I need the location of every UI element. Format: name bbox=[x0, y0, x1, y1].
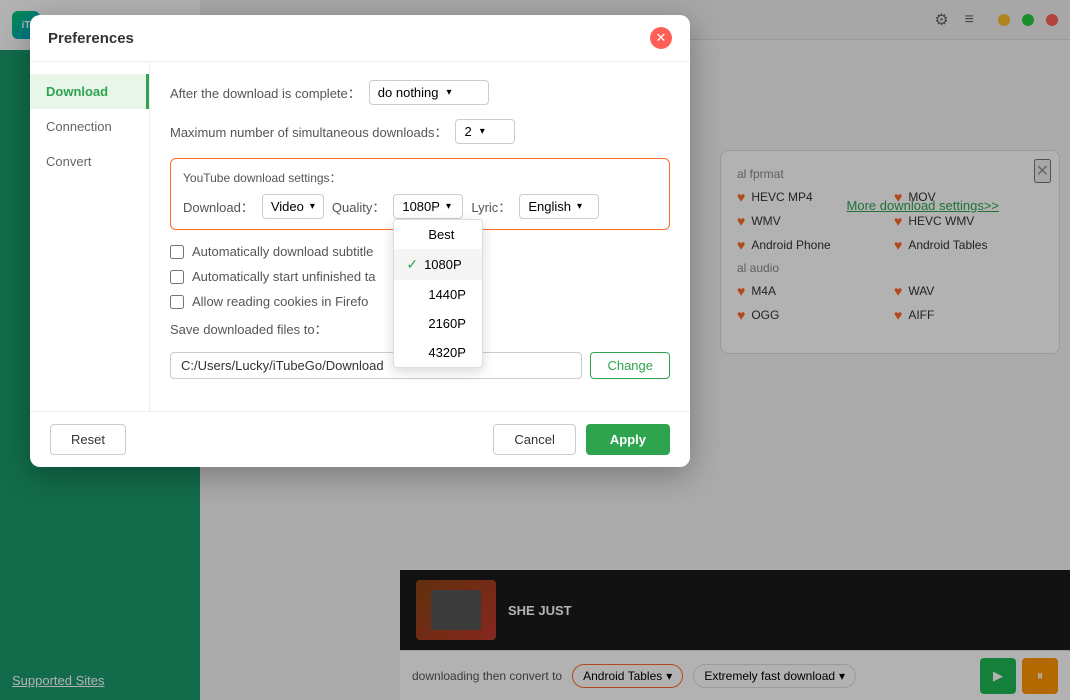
dialog-close-button[interactable]: ✕ bbox=[650, 27, 672, 49]
after-download-select[interactable]: do nothing ▾ bbox=[369, 80, 489, 105]
nav-item-download[interactable]: Download bbox=[30, 74, 149, 109]
quality-wrapper: 1080P ▾ Best ✓ bbox=[393, 194, 463, 219]
lyric-chevron-icon: ▾ bbox=[577, 201, 582, 212]
preferences-dialog: Preferences ✕ Download Connection Conver… bbox=[30, 15, 690, 467]
footer-right: Cancel Apply bbox=[493, 424, 670, 455]
dialog-body: Download Connection Convert After the do… bbox=[30, 62, 690, 411]
apply-button[interactable]: Apply bbox=[586, 424, 670, 455]
quality-value: 1080P bbox=[402, 199, 440, 214]
lyric-select[interactable]: English ▾ bbox=[519, 194, 599, 219]
quality-option-best[interactable]: Best bbox=[394, 220, 482, 249]
dialog-header: Preferences ✕ bbox=[30, 15, 690, 62]
quality-select-button[interactable]: 1080P ▾ bbox=[393, 194, 463, 219]
modal-overlay: Preferences ✕ Download Connection Conver… bbox=[0, 0, 1070, 700]
quality-option-1440p[interactable]: 1440P bbox=[394, 280, 482, 309]
quality-option-2160p[interactable]: 2160P bbox=[394, 309, 482, 338]
nav-item-convert[interactable]: Convert bbox=[30, 144, 149, 179]
yt-settings-label: YouTube download settings： bbox=[183, 169, 657, 186]
quality-label: Quality： bbox=[332, 197, 385, 216]
quality-option-label: 1080P bbox=[424, 257, 462, 272]
max-downloads-chevron: ▾ bbox=[480, 126, 485, 137]
save-path-input[interactable] bbox=[170, 352, 582, 379]
quality-dropdown: Best ✓ 1080P 1440P bbox=[393, 219, 483, 368]
quality-check-icon: ✓ bbox=[406, 256, 418, 273]
max-downloads-select[interactable]: 2 ▾ bbox=[455, 119, 515, 144]
youtube-settings-box: YouTube download settings： Download： Vid… bbox=[170, 158, 670, 230]
max-downloads-value: 2 bbox=[464, 124, 471, 139]
lyric-label: Lyric： bbox=[471, 197, 511, 216]
quality-option-label: 2160P bbox=[428, 316, 466, 331]
max-downloads-label: Maximum number of simultaneous downloads… bbox=[170, 122, 447, 141]
after-download-value: do nothing bbox=[378, 85, 439, 100]
subtitle-label: Automatically download subtitle bbox=[192, 244, 373, 259]
cancel-button[interactable]: Cancel bbox=[493, 424, 575, 455]
yt-settings-row: Download： Video ▾ Quality： 1080P ▾ bbox=[183, 194, 657, 219]
download-type-label: Download： bbox=[183, 197, 254, 216]
after-download-chevron: ▾ bbox=[447, 87, 452, 98]
nav-item-connection[interactable]: Connection bbox=[30, 109, 149, 144]
reset-button[interactable]: Reset bbox=[50, 424, 126, 455]
dialog-sidebar: Download Connection Convert bbox=[30, 62, 150, 411]
max-downloads-row: Maximum number of simultaneous downloads… bbox=[170, 119, 670, 144]
dialog-title: Preferences bbox=[48, 30, 134, 47]
dialog-footer: Reset Cancel Apply bbox=[30, 411, 690, 467]
dialog-main: After the download is complete： do nothi… bbox=[150, 62, 690, 411]
lyric-value: English bbox=[528, 199, 571, 214]
unfinished-label: Automatically start unfinished ta bbox=[192, 269, 376, 284]
save-to-label: Save downloaded files to： bbox=[170, 319, 328, 338]
download-type-select[interactable]: Video ▾ bbox=[262, 194, 324, 219]
quality-option-4320p[interactable]: 4320P bbox=[394, 338, 482, 367]
quality-option-1080p[interactable]: ✓ 1080P bbox=[394, 249, 482, 280]
download-type-chevron: ▾ bbox=[310, 201, 315, 212]
quality-chevron-icon: ▾ bbox=[446, 201, 451, 212]
subtitle-checkbox[interactable] bbox=[170, 245, 184, 259]
after-download-row: After the download is complete： do nothi… bbox=[170, 80, 670, 105]
download-type-value: Video bbox=[271, 199, 304, 214]
quality-option-label: 1440P bbox=[428, 287, 466, 302]
unfinished-checkbox[interactable] bbox=[170, 270, 184, 284]
quality-option-label: Best bbox=[428, 227, 454, 242]
change-button[interactable]: Change bbox=[590, 352, 670, 379]
after-download-label: After the download is complete： bbox=[170, 83, 361, 102]
cookies-checkbox[interactable] bbox=[170, 295, 184, 309]
cookies-label: Allow reading cookies in Firefo bbox=[192, 294, 368, 309]
quality-option-label: 4320P bbox=[428, 345, 466, 360]
